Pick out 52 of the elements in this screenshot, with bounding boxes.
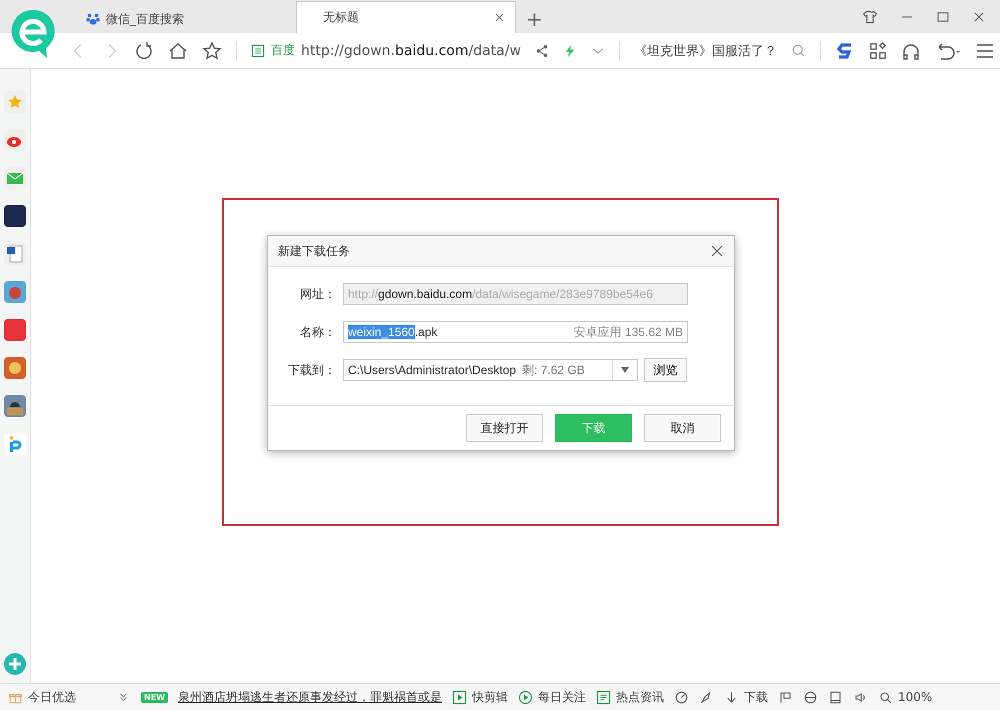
new-tab-button[interactable]: + bbox=[516, 9, 553, 33]
search-field[interactable]: 《坦克世界》国服活了？ bbox=[634, 42, 777, 60]
window-icon[interactable] bbox=[828, 690, 843, 704]
app-icon[interactable] bbox=[4, 243, 26, 265]
filename-field[interactable]: weixin_1560.apk 安卓应用 135.62 MB bbox=[343, 321, 688, 343]
maximize-icon[interactable] bbox=[936, 10, 950, 24]
site-label: 百度 bbox=[271, 42, 295, 59]
paw-icon[interactable] bbox=[86, 12, 100, 26]
url-field[interactable]: http://gdown.baidu.com/data/wisegame/283e9789be54e6 bbox=[343, 283, 688, 305]
field-label: 网址： bbox=[299, 286, 336, 302]
status-label[interactable]: 每日关注 bbox=[538, 688, 586, 706]
apps-icon[interactable] bbox=[868, 42, 887, 60]
home-icon[interactable] bbox=[168, 40, 188, 60]
zoom-icon[interactable] bbox=[878, 690, 893, 704]
gauge-icon[interactable] bbox=[674, 690, 689, 704]
share-icon[interactable] bbox=[534, 44, 549, 58]
browse-button[interactable]: 浏览 bbox=[644, 358, 687, 382]
browser-tab[interactable]: 无标题 bbox=[296, 1, 516, 33]
dialog-button[interactable]: 直接打开 bbox=[466, 414, 543, 442]
file-info: 安卓应用 135.62 MB bbox=[574, 324, 683, 340]
certificate-icon[interactable] bbox=[251, 44, 265, 58]
play-square-icon[interactable] bbox=[452, 690, 467, 704]
folder-dropdown[interactable]: C:\Users\Administrator\Desktop 剩: 7.62 GB bbox=[343, 359, 638, 381]
status-label[interactable]: 100% bbox=[898, 690, 932, 704]
close-icon[interactable] bbox=[710, 244, 724, 258]
new-badge: NEW bbox=[141, 692, 168, 702]
tab-title: 无标题 bbox=[323, 9, 359, 26]
shirt-icon[interactable] bbox=[862, 8, 878, 24]
caret-icon[interactable] bbox=[621, 367, 629, 373]
close-icon[interactable] bbox=[494, 12, 505, 23]
star-icon[interactable] bbox=[202, 40, 222, 60]
field-label: 下载到： bbox=[287, 362, 336, 378]
close-icon[interactable] bbox=[972, 10, 986, 24]
app-icon[interactable] bbox=[4, 205, 26, 227]
tab-title: 微信_百度搜索 bbox=[106, 10, 184, 28]
browser-tab[interactable]: 微信_百度搜索 bbox=[76, 5, 296, 33]
dialog-button[interactable]: 取消 bbox=[644, 414, 721, 442]
field-label: 名称： bbox=[299, 324, 336, 340]
status-label[interactable]: 今日优选 bbox=[28, 688, 76, 706]
flag-icon[interactable] bbox=[778, 690, 793, 704]
refresh-icon[interactable] bbox=[134, 40, 154, 60]
news-link[interactable]: 泉州酒店坍塌逃生者还原事发经过，罪魁祸首或是 bbox=[178, 688, 442, 706]
dialog-title: 新建下载任务 bbox=[278, 242, 350, 260]
app-icon[interactable] bbox=[4, 395, 26, 417]
address-field[interactable]: http://gdown.baidu.com/data/w bbox=[301, 42, 521, 58]
news-icon[interactable] bbox=[596, 690, 611, 704]
status-label[interactable]: 快剪辑 bbox=[472, 688, 508, 706]
status-label[interactable]: 下载 bbox=[744, 688, 768, 706]
play-circle-icon[interactable] bbox=[518, 690, 533, 704]
status-label[interactable]: 热点资讯 bbox=[616, 688, 664, 706]
search-icon[interactable] bbox=[790, 43, 806, 58]
browser-icon[interactable] bbox=[802, 690, 818, 704]
